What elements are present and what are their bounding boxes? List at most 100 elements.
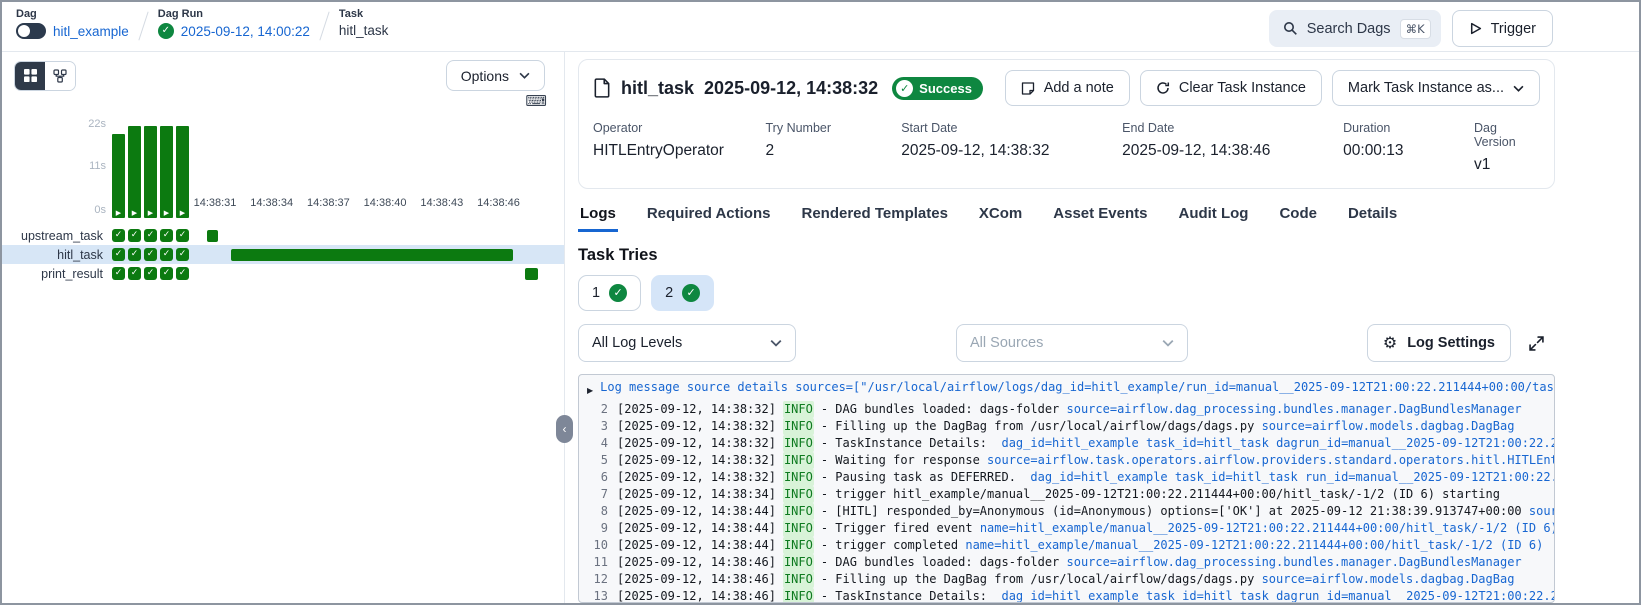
- log-level-badge: INFO: [783, 571, 814, 588]
- dag-run-link[interactable]: 2025-09-12, 14:00:22: [181, 24, 310, 39]
- log-message: - trigger completed name=hitl_example/ma…: [821, 537, 1543, 554]
- options-button[interactable]: Options: [446, 60, 545, 91]
- log-link[interactable]: name=hitl_example/manual__2025-09-12T21:…: [980, 521, 1554, 535]
- gantt-bar[interactable]: [525, 268, 537, 280]
- log-text: - DAG bundles loaded: dags-folder: [821, 402, 1067, 416]
- log-message: - Filling up the DagBag from /usr/local/…: [821, 418, 1515, 435]
- log-settings-label: Log Settings: [1407, 335, 1495, 351]
- success-square-icon[interactable]: ✓: [160, 229, 173, 242]
- log-link[interactable]: dag_id=hitl_example: [1001, 436, 1138, 450]
- log-link[interactable]: task_id=hitl_task: [1146, 589, 1269, 603]
- task-tries-buttons: 1✓ 2✓: [578, 275, 1555, 311]
- breadcrumb: Dag hitl_example Dag Run ✓ 2025-09-12, 1…: [16, 8, 388, 41]
- grid-view-button[interactable]: [15, 62, 45, 90]
- task-row-print_result[interactable]: print_result✓✓✓✓✓: [2, 264, 564, 283]
- meta-label: Start Date: [901, 121, 1122, 135]
- success-square-icon[interactable]: ✓: [112, 229, 125, 242]
- meta-label: Try Number: [766, 121, 902, 135]
- mark-task-instance-as-button[interactable]: Mark Task Instance as...: [1332, 70, 1540, 106]
- log-summary-text: Log message source details sources=["/us…: [600, 379, 1554, 399]
- log-link[interactable]: dagrun_id=manual__2025-09-12T21:00:22.21…: [1276, 589, 1554, 603]
- duration-bar[interactable]: ▶: [112, 134, 125, 218]
- success-square-icon[interactable]: ✓: [176, 248, 189, 261]
- log-link[interactable]: source=airflow.dag_processing.bundles.ma…: [1067, 402, 1522, 416]
- duration-bar[interactable]: ▶: [144, 126, 157, 218]
- task-row-hitl_task[interactable]: hitl_task✓✓✓✓✓: [2, 245, 564, 264]
- play-icon: ▶: [160, 209, 173, 217]
- log-link[interactable]: source=airflow.dag_processing.bundles.ma…: [1067, 555, 1522, 569]
- log-link[interactable]: task_id=hitl_task: [1175, 470, 1298, 484]
- log-settings-button[interactable]: ⚙ Log Settings: [1367, 324, 1511, 362]
- log-link[interactable]: name=hitl_example/manual__2025-09-12T21:…: [965, 538, 1543, 552]
- success-square-icon[interactable]: ✓: [160, 267, 173, 280]
- mark-task-instance-as-label: Mark Task Instance as...: [1348, 80, 1504, 96]
- success-square-icon[interactable]: ✓: [176, 229, 189, 242]
- tab-audit-log[interactable]: Audit Log: [1176, 201, 1250, 232]
- log-line: 3[2025-09-12, 14:38:32]INFO- Filling up …: [579, 418, 1554, 435]
- duration-bar[interactable]: ▶: [128, 126, 141, 218]
- fullscreen-button[interactable]: [1517, 324, 1555, 362]
- meta-value: 2025-09-12, 14:38:32: [901, 142, 1122, 160]
- log-timestamp: [2025-09-12, 14:38:44]: [617, 537, 776, 554]
- tab-asset-events[interactable]: Asset Events: [1051, 201, 1149, 232]
- task-name: hitl_task: [339, 23, 389, 38]
- task-row-upstream_task[interactable]: upstream_task✓✓✓✓✓: [2, 226, 564, 245]
- note-icon: [1021, 81, 1035, 95]
- add-note-button[interactable]: Add a note: [1005, 70, 1130, 106]
- dag-link[interactable]: hitl_example: [53, 24, 129, 39]
- play-icon: ▶: [176, 209, 189, 217]
- clear-task-instance-button[interactable]: Clear Task Instance: [1140, 70, 1322, 106]
- log-link[interactable]: source=ai: [1529, 504, 1554, 518]
- log-level-badge: INFO: [783, 588, 814, 603]
- gantt-bar[interactable]: [207, 230, 218, 242]
- tab-code[interactable]: Code: [1277, 201, 1319, 232]
- log-link[interactable]: source=airflow.models.dagbag.DagBag: [1262, 572, 1515, 586]
- success-square-icon[interactable]: ✓: [176, 267, 189, 280]
- success-square-icon[interactable]: ✓: [128, 248, 141, 261]
- success-square-icon[interactable]: ✓: [160, 248, 173, 261]
- graph-view-button[interactable]: [45, 62, 75, 90]
- log-filters: All Log Levels All Sources ⚙ Log Setting…: [578, 324, 1555, 362]
- success-square-icon[interactable]: ✓: [128, 229, 141, 242]
- task-label: Task: [339, 8, 389, 20]
- success-square-icon[interactable]: ✓: [112, 267, 125, 280]
- try-button-2[interactable]: 2✓: [651, 275, 714, 311]
- log-link[interactable]: run_id=manual__2025-09-12T21:00:22.21144: [1305, 470, 1554, 484]
- gantt-bar[interactable]: [231, 249, 514, 261]
- log-summary-line[interactable]: ▶ Log message source details sources=["/…: [579, 378, 1554, 401]
- success-square-icon[interactable]: ✓: [112, 248, 125, 261]
- keyboard-shortcuts-icon[interactable]: ⌨: [525, 92, 547, 110]
- log-text: - trigger hitl_example/manual__2025-09-1…: [821, 487, 1500, 501]
- dag-pause-toggle[interactable]: [16, 23, 46, 39]
- log-link[interactable]: task_id=hitl_task: [1146, 436, 1269, 450]
- task-attempt-checks: ✓✓✓✓✓: [112, 229, 189, 242]
- success-square-icon[interactable]: ✓: [144, 267, 157, 280]
- log-link[interactable]: source=airflow.models.dagbag.DagBag: [1262, 419, 1515, 433]
- log-source-select[interactable]: All Sources: [956, 324, 1188, 362]
- log-link[interactable]: dag_id=hitl_example: [1030, 470, 1167, 484]
- search-shortcut-badge: ⌘K: [1400, 19, 1431, 39]
- tab-xcom[interactable]: XCom: [977, 201, 1024, 232]
- trigger-button[interactable]: Trigger: [1452, 10, 1553, 47]
- tab-logs[interactable]: Logs: [578, 201, 618, 232]
- log-link[interactable]: dagrun_id=manual__2025-09-12T21:00:22.21…: [1276, 436, 1554, 450]
- duration-bar[interactable]: ▶: [160, 126, 173, 218]
- try-button-1[interactable]: 1✓: [578, 275, 641, 311]
- log-line-number: 6: [587, 469, 608, 486]
- success-square-icon[interactable]: ✓: [128, 267, 141, 280]
- log-link[interactable]: dag_id=hitl_example: [1001, 589, 1138, 603]
- search-dags-button[interactable]: Search Dags ⌘K: [1269, 10, 1441, 47]
- log-viewer: ▶ Log message source details sources=["/…: [578, 374, 1555, 603]
- log-line-number: 4: [587, 435, 608, 452]
- success-square-icon[interactable]: ✓: [144, 229, 157, 242]
- log-text: - Trigger fired event: [821, 521, 980, 535]
- tab-details[interactable]: Details: [1346, 201, 1399, 232]
- success-square-icon[interactable]: ✓: [144, 248, 157, 261]
- log-link[interactable]: source=airflow.task.operators.airflow.pr…: [987, 453, 1554, 467]
- meta-label: Duration: [1343, 121, 1474, 135]
- panel-resize-handle[interactable]: ‹: [556, 415, 573, 443]
- tab-required-actions[interactable]: Required Actions: [645, 201, 773, 232]
- log-level-select[interactable]: All Log Levels: [578, 324, 796, 362]
- options-label: Options: [461, 68, 509, 84]
- tab-rendered-templates[interactable]: Rendered Templates: [799, 201, 949, 232]
